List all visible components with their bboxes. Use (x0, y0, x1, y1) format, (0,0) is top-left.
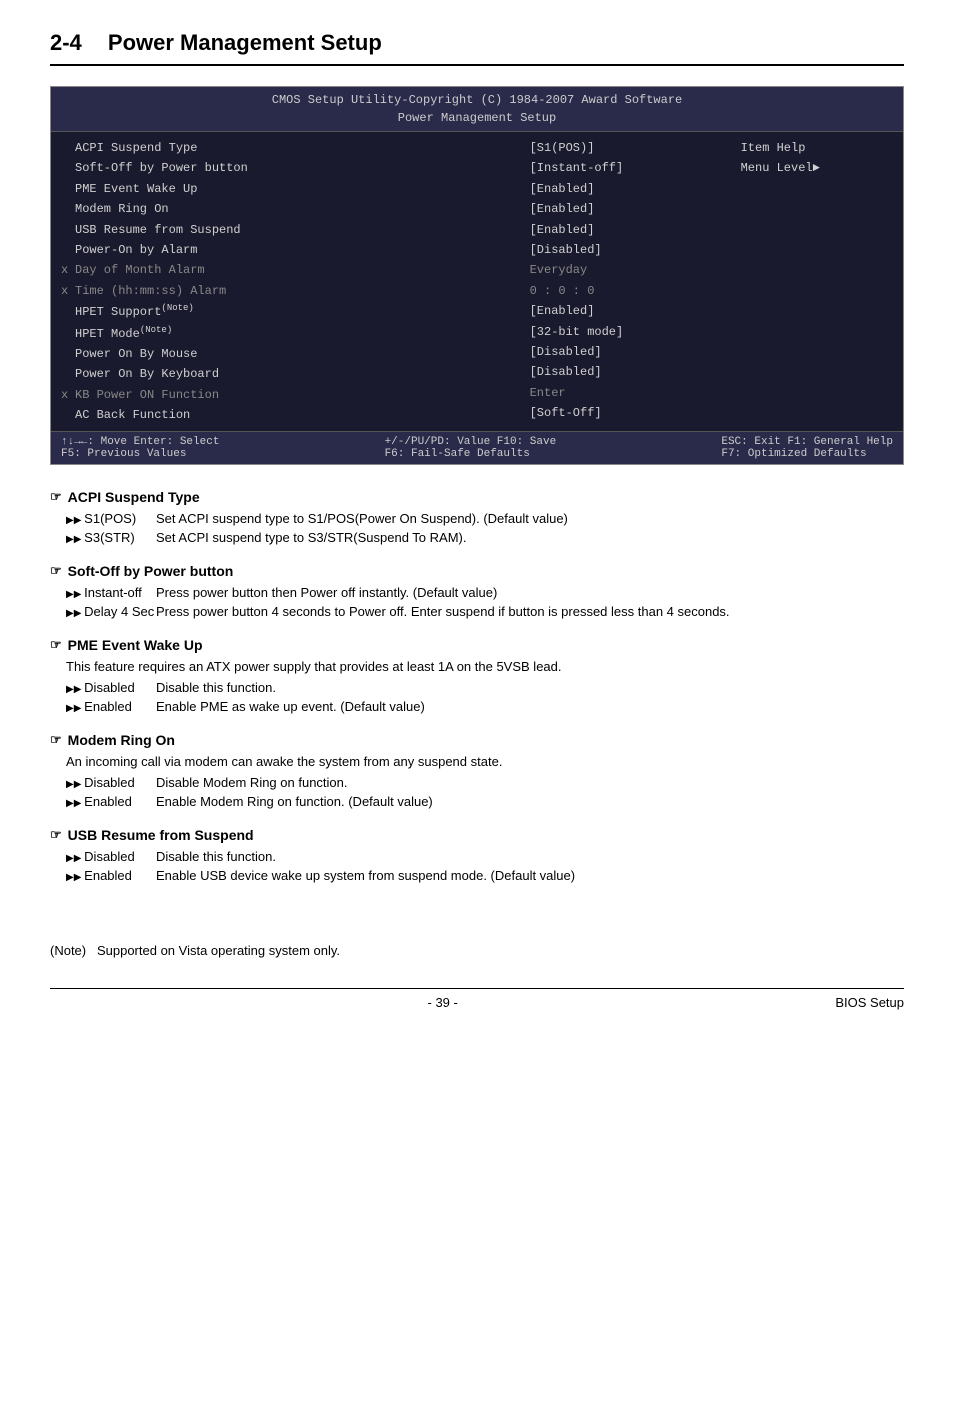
note-text: Supported on Vista operating system only… (97, 943, 340, 958)
section-usb-resume: USB Resume from Suspend Disabled Disable… (50, 827, 904, 883)
modem-disabled-item: Disabled Disable Modem Ring on function. (66, 775, 904, 790)
cmos-header-line1: CMOS Setup Utility-Copyright (C) 1984-20… (51, 91, 903, 109)
cmos-row-acpi: ACPI Suspend Type (59, 138, 512, 158)
section-softoff-title: Soft-Off by Power button (50, 563, 904, 579)
footer-col2: +/-/PU/PD: Value F10: Save F6: Fail-Safe… (385, 436, 557, 460)
cmos-values-list: [S1(POS)] [Instant-off] [Enabled] [Enabl… (520, 138, 733, 425)
usb-enabled-item: Enabled Enable USB device wake up system… (66, 868, 904, 883)
section-pme-body: This feature requires an ATX power suppl… (66, 659, 904, 714)
section-number: 2-4 (50, 30, 82, 55)
cmos-row-day: x Day of Month Alarm (59, 260, 512, 280)
cmos-header: CMOS Setup Utility-Copyright (C) 1984-20… (51, 87, 903, 132)
footer-right: BIOS Setup (835, 995, 904, 1010)
pme-disabled-item: Disabled Disable this function. (66, 680, 904, 695)
cmos-row-usb: USB Resume from Suspend (59, 220, 512, 240)
section-pme-title: PME Event Wake Up (50, 637, 904, 653)
section-usb-body: Disabled Disable this function. Enabled … (66, 849, 904, 883)
section-softoff-body: Instant-off Press power button then Powe… (66, 585, 904, 619)
cmos-body: ACPI Suspend Type Soft-Off by Power butt… (51, 132, 903, 431)
page-title: 2-4 Power Management Setup (50, 30, 904, 66)
section-acpi-suspend: ACPI Suspend Type S1(POS) Set ACPI suspe… (50, 489, 904, 545)
section-acpi-body: S1(POS) Set ACPI suspend type to S1/POS(… (66, 511, 904, 545)
cmos-settings-list: ACPI Suspend Type Soft-Off by Power butt… (51, 138, 520, 425)
cmos-row-poweron-alarm: Power-On by Alarm (59, 240, 512, 260)
cmos-row-modem: Modem Ring On (59, 199, 512, 219)
cmos-row-kb-power: x KB Power ON Function (59, 385, 512, 405)
section-acpi-title: ACPI Suspend Type (50, 489, 904, 505)
cmos-row-ac-back: AC Back Function (59, 405, 512, 425)
section-title-text: Power Management Setup (108, 30, 382, 55)
cmos-row-pme: PME Event Wake Up (59, 179, 512, 199)
usb-disabled-item: Disabled Disable this function. (66, 849, 904, 864)
page-footer: - 39 - BIOS Setup (50, 988, 904, 1010)
cmos-row-time: x Time (hh:mm:ss) Alarm (59, 281, 512, 301)
section-pme-event: PME Event Wake Up This feature requires … (50, 637, 904, 714)
acpi-s3-item: S3(STR) Set ACPI suspend type to S3/STR(… (66, 530, 904, 545)
cmos-row-power-mouse: Power On By Mouse (59, 344, 512, 364)
cmos-footer: ↑↓→←: Move Enter: Select F5: Previous Va… (51, 431, 903, 464)
footer-col1: ↑↓→←: Move Enter: Select F5: Previous Va… (61, 436, 219, 460)
modem-enabled-item: Enabled Enable Modem Ring on function. (… (66, 794, 904, 809)
cmos-header-line2: Power Management Setup (51, 109, 903, 127)
section-usb-title: USB Resume from Suspend (50, 827, 904, 843)
cmos-help-panel: Item Help Menu Level► (733, 138, 903, 425)
note-section: (Note) Supported on Vista operating syst… (50, 943, 904, 958)
section-modem-title: Modem Ring On (50, 732, 904, 748)
cmos-row-power-keyboard: Power On By Keyboard (59, 364, 512, 384)
section-modem-body: An incoming call via modem can awake the… (66, 754, 904, 809)
cmos-row-hpet-mode: HPET Mode(Note) (59, 323, 512, 344)
section-soft-off: Soft-Off by Power button Instant-off Pre… (50, 563, 904, 619)
acpi-s1-item: S1(POS) Set ACPI suspend type to S1/POS(… (66, 511, 904, 526)
footer-col3: ESC: Exit F1: General Help F7: Optimized… (721, 436, 893, 460)
softoff-instant-item: Instant-off Press power button then Powe… (66, 585, 904, 600)
cmos-setup-box: CMOS Setup Utility-Copyright (C) 1984-20… (50, 86, 904, 465)
cmos-row-softoff: Soft-Off by Power button (59, 158, 512, 178)
page-number: - 39 - (50, 995, 835, 1010)
softoff-delay-item: Delay 4 Sec Press power button 4 seconds… (66, 604, 904, 619)
section-modem-ring: Modem Ring On An incoming call via modem… (50, 732, 904, 809)
pme-enabled-item: Enabled Enable PME as wake up event. (De… (66, 699, 904, 714)
cmos-row-hpet-support: HPET Support(Note) (59, 301, 512, 322)
note-label: (Note) (50, 943, 86, 958)
